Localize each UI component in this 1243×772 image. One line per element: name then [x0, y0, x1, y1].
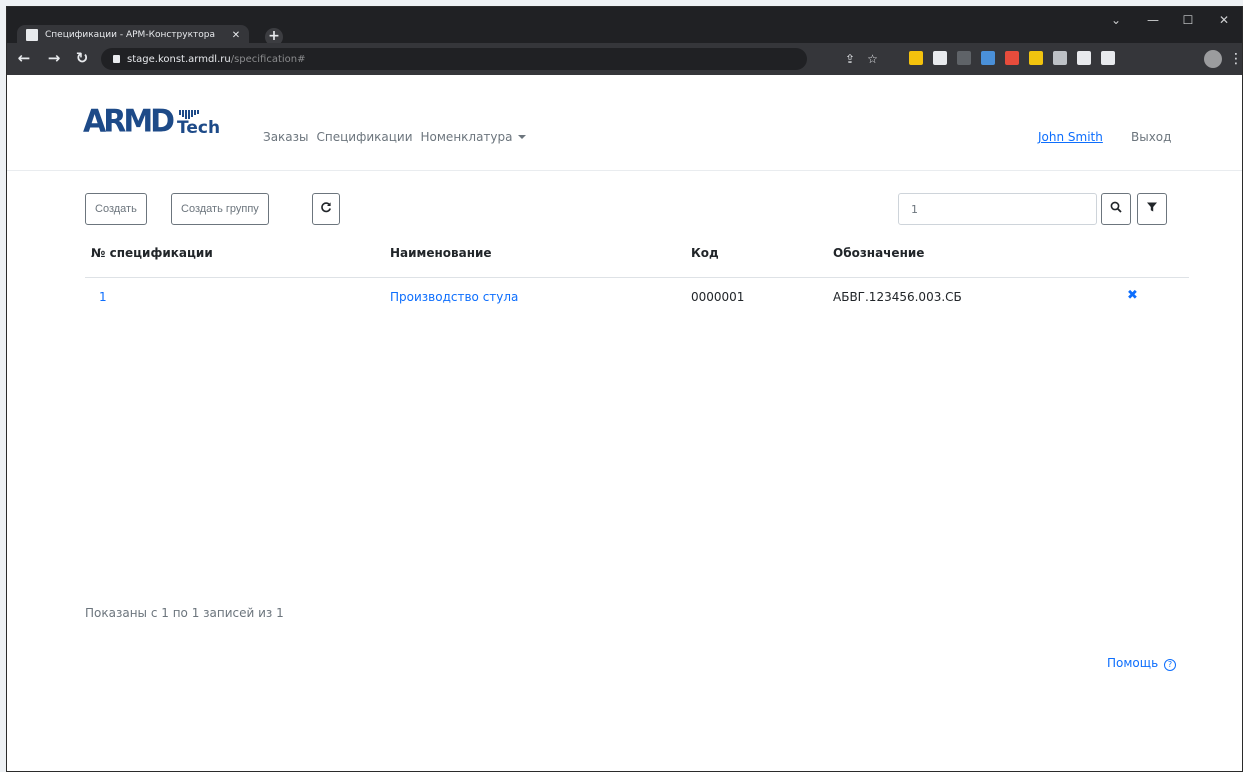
refresh-button[interactable] — [312, 193, 340, 225]
extensions-bar — [909, 51, 1115, 65]
app-navbar: ARMD Tech Заказы Спецификации Номенклату… — [7, 75, 1242, 171]
maximize-button[interactable]: ☐ — [1173, 9, 1203, 31]
filter-icon — [1147, 202, 1157, 212]
spec-name-link[interactable]: Производство стула — [390, 290, 518, 304]
extension-icon[interactable] — [981, 51, 995, 65]
column-header-number[interactable]: № спецификации — [91, 246, 213, 260]
tab-search-icon[interactable]: ⌄ — [1101, 9, 1131, 31]
specifications-table: № спецификации Наименование Код Обозначе… — [85, 235, 1189, 322]
column-header-name[interactable]: Наименование — [390, 246, 492, 260]
browser-menu-icon[interactable]: ⋮ — [1229, 50, 1242, 68]
browser-tab-strip: Спецификации - АРМ-Конструктора ✕ + ⌄ — … — [7, 7, 1242, 46]
nav-nomenclature[interactable]: Номенклатура — [417, 130, 530, 144]
spec-number-link[interactable]: 1 — [99, 290, 107, 304]
url-path: /specification# — [230, 53, 306, 65]
close-window-button[interactable]: ✕ — [1209, 9, 1239, 31]
reload-icon[interactable]: ↻ — [71, 47, 93, 69]
table-row: 1 Производство стула 0000001 АБВГ.123456… — [85, 278, 1189, 322]
profile-avatar[interactable] — [1204, 50, 1222, 68]
filter-button[interactable] — [1137, 193, 1167, 225]
minimize-button[interactable]: — — [1138, 9, 1168, 31]
help-label: Помощь — [1107, 656, 1159, 670]
forward-icon[interactable]: → — [43, 47, 65, 69]
spec-designation: АБВГ.123456.003.СБ — [833, 290, 962, 304]
spec-code: 0000001 — [691, 290, 745, 304]
logo-main: ARMD — [83, 103, 175, 140]
browser-toolbar: ← → ↻ stage.konst.armdl.ru/specification… — [7, 43, 1242, 75]
logo-sub: Tech — [177, 118, 221, 138]
search-button[interactable] — [1101, 193, 1131, 225]
extension-icon[interactable] — [1101, 51, 1115, 65]
records-info: Показаны с 1 по 1 записей из 1 — [85, 606, 284, 620]
extension-icon[interactable] — [957, 51, 971, 65]
nav-orders[interactable]: Заказы — [259, 130, 313, 144]
column-header-designation[interactable]: Обозначение — [833, 246, 924, 260]
extension-icon[interactable] — [1077, 51, 1091, 65]
extension-icon[interactable] — [1005, 51, 1019, 65]
caret-down-icon — [517, 135, 526, 139]
search-input[interactable] — [898, 193, 1097, 225]
document-icon — [26, 29, 38, 41]
back-icon[interactable]: ← — [13, 47, 35, 69]
create-button[interactable]: Создать — [85, 193, 147, 225]
bookmark-star-icon[interactable]: ☆ — [867, 51, 878, 67]
help-link[interactable]: Помощь ? — [1107, 656, 1176, 671]
url-host: stage.konst.armdl.ru — [127, 53, 231, 65]
browser-tab[interactable]: Спецификации - АРМ-Конструктора ✕ — [17, 25, 249, 45]
search-icon — [1110, 201, 1122, 213]
refresh-icon — [321, 202, 331, 213]
extension-icon[interactable] — [1053, 51, 1067, 65]
delete-icon[interactable]: ✖ — [1127, 288, 1138, 303]
extension-icon[interactable] — [933, 51, 947, 65]
question-circle-icon: ? — [1163, 659, 1176, 671]
extension-icon[interactable] — [1029, 51, 1043, 65]
share-icon[interactable]: ⇪ — [845, 51, 855, 67]
user-profile-link[interactable]: John Smith — [1038, 130, 1103, 144]
armd-tech-logo[interactable]: ARMD Tech — [83, 102, 233, 142]
nav-nomenclature-label: Номенклатура — [420, 130, 513, 144]
create-group-button[interactable]: Создать группу — [171, 193, 269, 225]
lock-icon — [113, 55, 120, 63]
close-tab-icon[interactable]: ✕ — [229, 30, 243, 41]
table-header: № спецификации Наименование Код Обозначе… — [85, 235, 1189, 278]
column-header-code[interactable]: Код — [691, 246, 719, 260]
browser-window: Спецификации - АРМ-Конструктора ✕ + ⌄ — … — [6, 6, 1243, 772]
extension-icon[interactable] — [909, 51, 923, 65]
main-nav: Заказы Спецификации Номенклатура — [259, 130, 530, 144]
tab-title: Спецификации - АРМ-Конструктора — [45, 30, 215, 40]
nav-specifications[interactable]: Спецификации — [313, 130, 417, 144]
address-bar[interactable]: stage.konst.armdl.ru/specification# — [101, 48, 807, 70]
logout-link[interactable]: Выход — [1131, 130, 1171, 144]
page-content: ARMD Tech Заказы Спецификации Номенклату… — [7, 75, 1242, 771]
